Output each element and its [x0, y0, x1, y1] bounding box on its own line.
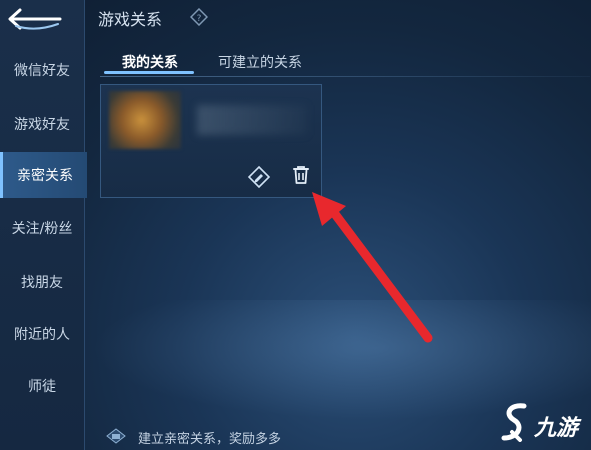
help-button[interactable]: ? — [189, 7, 209, 27]
watermark-logo-icon — [498, 402, 534, 442]
footer-hint: 建立亲密关系，奖励多多 — [138, 432, 282, 447]
help-diamond-icon: ? — [189, 7, 209, 27]
tab-divider — [100, 76, 590, 77]
tab-active-indicator — [104, 71, 194, 74]
sidebar-item-label: 找朋友 — [21, 275, 63, 291]
delete-button[interactable] — [289, 163, 313, 187]
sidebar-item-label: 关注/粉丝 — [11, 221, 73, 237]
tab-my-relations[interactable]: 我的关系 — [122, 52, 178, 72]
gift-icon — [106, 428, 126, 444]
trash-icon — [293, 166, 309, 184]
sidebar-item-find-friends[interactable]: 找朋友 — [0, 262, 84, 302]
back-button[interactable] — [6, 6, 66, 32]
blurred-player-info — [197, 105, 307, 135]
relation-card[interactable] — [100, 84, 322, 198]
edit-button[interactable] — [247, 165, 271, 189]
svg-text:?: ? — [197, 14, 202, 24]
sidebar-item-follow-fans[interactable]: 关注/粉丝 — [0, 208, 84, 248]
page-title: 游戏关系 — [98, 10, 163, 29]
sidebar-item-mentorship[interactable]: 师徒 — [0, 366, 84, 406]
sidebar-item-label: 亲密关系 — [17, 168, 73, 184]
sidebar-item-label: 附近的人 — [14, 327, 70, 343]
sidebar-item-nearby-people[interactable]: 附近的人 — [0, 314, 84, 354]
watermark-text: 九游 — [534, 416, 579, 441]
sidebar-item-wechat-friends[interactable]: 微信好友 — [0, 50, 84, 90]
avatar — [109, 91, 181, 149]
sidebar-item-label: 师徒 — [28, 379, 56, 395]
sidebar-item-game-friends[interactable]: 游戏好友 — [0, 104, 84, 144]
sidebar-item-label: 游戏好友 — [14, 117, 70, 133]
edit-icon — [247, 165, 271, 189]
back-arrow-icon — [8, 8, 62, 30]
sidebar-item-label: 微信好友 — [14, 63, 70, 79]
tab-available-relations[interactable]: 可建立的关系 — [218, 52, 302, 72]
sidebar-item-intimate-relations[interactable]: 亲密关系 — [0, 152, 87, 198]
sidebar: 微信好友 游戏好友 亲密关系 关注/粉丝 找朋友 附近的人 师徒 — [0, 0, 87, 450]
